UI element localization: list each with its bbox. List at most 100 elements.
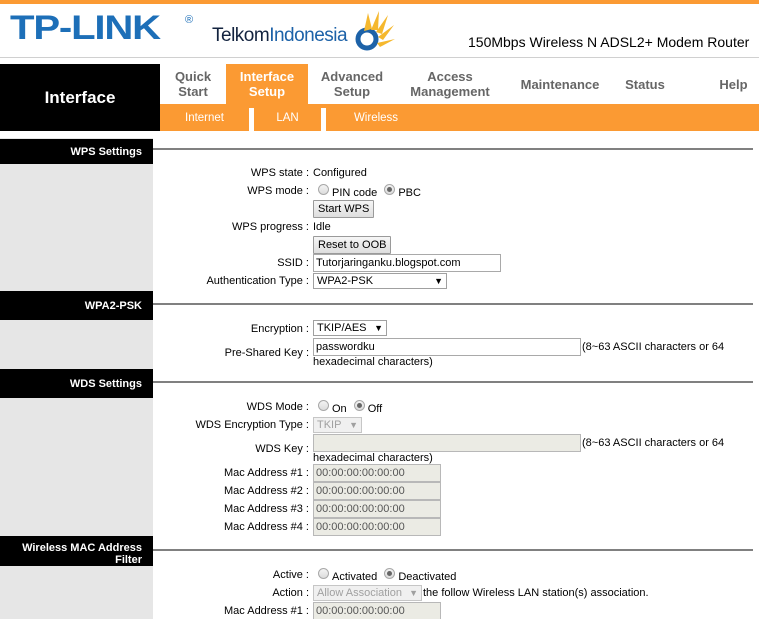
main-nav: Quick Start Interface Setup Advanced Setup … <box>160 64 759 104</box>
tab-label-line1: Interface <box>239 69 295 84</box>
wps-mode-pin-radio[interactable] <box>318 184 329 195</box>
header-divider <box>0 57 759 58</box>
wds-mode-group: On Off <box>318 400 386 415</box>
section-heading-wpa2-psk: WPA2-PSK <box>0 291 153 320</box>
wds-mode-off-radio[interactable] <box>353 400 365 411</box>
mac-filter-activated-radio[interactable] <box>318 568 329 579</box>
mac-filter-action-suffix: the follow Wireless LAN station(s) assoc… <box>423 587 649 599</box>
mac-filter-mac1-input[interactable]: 00:00:00:00:00:00 <box>313 602 441 619</box>
wds-mode-on-radio[interactable] <box>318 400 329 411</box>
telkom-word: Telkom <box>212 25 270 46</box>
tab-label-line1: Access <box>427 69 473 84</box>
wds-encryption-select[interactable]: TKIP ▼ <box>313 417 362 433</box>
wds-mac2-input[interactable]: 00:00:00:00:00:00 <box>313 482 441 500</box>
wps-progress-value: Idle <box>313 221 331 233</box>
wds-encryption-value: TKIP <box>317 419 342 431</box>
psk-hint: (8~63 ASCII characters or 64 <box>582 341 725 353</box>
tab-label-line2: Setup <box>248 84 286 99</box>
tp-link-logo: TP-LINK <box>10 9 161 47</box>
auth-type-select[interactable]: WPA2-PSK ▼ <box>313 273 447 289</box>
auth-type-value: WPA2-PSK <box>317 275 374 287</box>
encryption-value: TKIP/AES <box>317 322 367 334</box>
wps-mode-label: WPS mode : <box>247 185 309 197</box>
wps-mode-group: PIN code PBC <box>318 184 425 199</box>
wps-mode-pbc-label: PBC <box>398 187 421 199</box>
wds-encryption-label: WDS Encryption Type : <box>195 419 309 431</box>
wds-mac4-input[interactable]: 00:00:00:00:00:00 <box>313 518 441 536</box>
psk-hint-cont: hexadecimal characters) <box>313 356 433 368</box>
dropdown-arrow-icon: ▼ <box>349 420 358 430</box>
tab-access-management[interactable]: Access Management <box>396 64 504 104</box>
auth-type-label: Authentication Type : <box>206 275 309 287</box>
wds-mac2-label: Mac Address #2 : <box>224 485 309 497</box>
wds-key-input[interactable] <box>313 434 581 452</box>
wps-state-label: WPS state : <box>250 167 309 179</box>
wds-mac1-input[interactable]: 00:00:00:00:00:00 <box>313 464 441 482</box>
tab-advanced-setup[interactable]: Advanced Setup <box>308 64 396 104</box>
tab-quick-start[interactable]: Quick Start <box>160 64 226 104</box>
psk-label: Pre-Shared Key : <box>224 347 309 359</box>
wps-progress-label: WPS progress : <box>231 221 309 233</box>
section-heading-mac-filter: Wireless MAC Address Filter <box>0 536 153 566</box>
subtab-wireless[interactable]: Wireless <box>326 104 426 131</box>
mac-filter-active-group: Activated Deactivated <box>318 568 460 583</box>
dropdown-arrow-icon: ▼ <box>374 323 383 333</box>
registered-mark: ® <box>185 14 194 26</box>
wds-mac4-label: Mac Address #4 : <box>224 521 309 533</box>
current-section-label: Interface <box>0 64 160 131</box>
tab-label-line2: Start <box>178 84 208 99</box>
tab-label: Help <box>719 76 748 92</box>
section-divider <box>153 549 753 551</box>
psk-input[interactable]: passwordku <box>313 338 581 356</box>
tab-label-line1: Quick <box>174 69 212 84</box>
encryption-select[interactable]: TKIP/AES ▼ <box>313 320 387 336</box>
telkom-sun-icon <box>355 11 395 51</box>
dropdown-arrow-icon: ▼ <box>409 588 418 598</box>
tab-label-line2: Setup <box>333 84 371 99</box>
wds-key-label: WDS Key : <box>255 443 309 455</box>
wds-mode-off-label: Off <box>367 403 383 415</box>
tab-maintenance[interactable]: Maintenance <box>504 64 616 104</box>
start-wps-button[interactable]: Start WPS <box>313 200 375 218</box>
mac-filter-mac1-label: Mac Address #1 : <box>224 605 309 617</box>
wps-mode-pin-label: PIN code <box>332 187 378 199</box>
telkom-indonesia-logo: TelkomIndonesia <box>212 25 348 46</box>
wds-mac1-label: Mac Address #1 : <box>224 467 309 479</box>
wds-mac3-input[interactable]: 00:00:00:00:00:00 <box>313 500 441 518</box>
section-heading-wds: WDS Settings <box>0 369 153 398</box>
wds-mode-on-label: On <box>332 403 347 415</box>
reset-to-oob-button[interactable]: Reset to OOB <box>313 236 392 254</box>
tab-help[interactable]: Help <box>708 64 759 104</box>
section-divider <box>153 148 753 150</box>
wps-mode-pbc-radio[interactable] <box>384 184 396 195</box>
section-divider <box>153 303 753 305</box>
ssid-input[interactable]: Tutorjaringanku.blogspot.com <box>313 254 501 272</box>
mac-filter-heading-line2: Filter <box>115 554 142 566</box>
section-heading-wps: WPS Settings <box>0 139 153 164</box>
wps-state-value: Configured <box>313 167 367 179</box>
wds-mac3-label: Mac Address #3 : <box>224 503 309 515</box>
router-admin-page: TP-LINK ® TelkomIndonesia 150Mbps Wirele… <box>0 0 759 619</box>
section-divider <box>153 381 753 383</box>
mac-filter-deactivated-radio[interactable] <box>384 568 396 579</box>
tab-label: Maintenance <box>520 76 600 92</box>
mac-filter-action-select[interactable]: Allow Association ▼ <box>313 585 422 601</box>
mac-filter-activated-label: Activated <box>332 571 378 583</box>
mac-filter-heading-line1: Wireless MAC Address <box>22 542 142 554</box>
encryption-label: Encryption : <box>250 323 309 335</box>
sub-nav: Internet LAN Wireless <box>160 104 759 131</box>
subtab-lan[interactable]: LAN <box>254 104 321 131</box>
mac-filter-action-value: Allow Association <box>317 587 402 599</box>
wds-key-hint-cont: hexadecimal characters) <box>313 452 433 464</box>
tab-status[interactable]: Status <box>616 64 674 104</box>
product-title: 150Mbps Wireless N ADSL2+ Modem Router <box>468 34 750 50</box>
indonesia-word: Indonesia <box>269 25 348 46</box>
subtab-internet[interactable]: Internet <box>160 104 249 131</box>
wds-key-hint: (8~63 ASCII characters or 64 <box>582 437 725 449</box>
mac-filter-active-label: Active : <box>272 569 309 581</box>
mac-filter-deactivated-label: Deactivated <box>398 571 457 583</box>
tab-label: Status <box>625 76 665 92</box>
tab-interface-setup[interactable]: Interface Setup <box>226 64 308 104</box>
tab-label-line1: Advanced <box>320 69 384 84</box>
tab-label-line2: Management <box>410 84 490 99</box>
